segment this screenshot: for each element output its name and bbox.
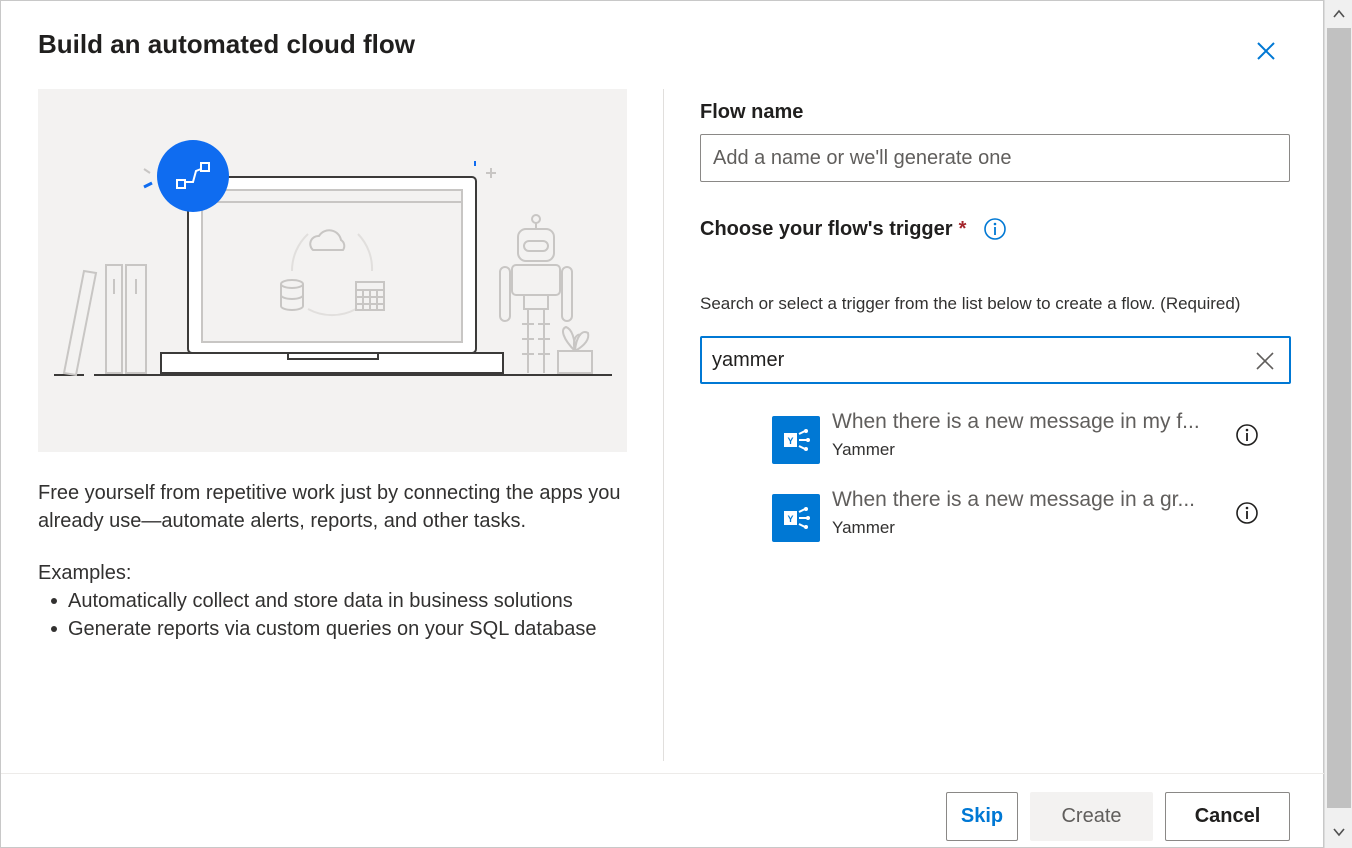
trigger-search-input[interactable] xyxy=(712,338,1242,382)
list-item: Automatically collect and store data in … xyxy=(38,587,596,615)
footer-divider xyxy=(1,773,1325,774)
yammer-icon: Y xyxy=(772,494,820,542)
flow-name-input[interactable] xyxy=(700,134,1290,182)
scrollbar[interactable] xyxy=(1324,0,1352,848)
illustration xyxy=(38,89,627,452)
yammer-icon: Y xyxy=(772,416,820,464)
trigger-connector: Yammer xyxy=(832,518,895,537)
info-icon[interactable] xyxy=(983,217,1007,241)
skip-button[interactable]: Skip xyxy=(946,792,1018,841)
clear-icon[interactable] xyxy=(1252,348,1278,374)
helper-text: Search or select a trigger from the list… xyxy=(700,294,1241,313)
close-button[interactable] xyxy=(1248,33,1284,69)
flow-name-label: Flow name xyxy=(700,101,804,123)
robot-icon xyxy=(499,214,573,373)
examples-list: Automatically collect and store data in … xyxy=(38,587,596,643)
cancel-button[interactable]: Cancel xyxy=(1165,792,1290,841)
laptop-robot-illustration xyxy=(54,140,612,377)
examples-label: Examples: xyxy=(38,562,132,584)
create-button[interactable]: Create xyxy=(1030,792,1153,841)
plant-icon xyxy=(557,325,593,374)
dialog: Build an automated cloud flow Free yours… xyxy=(0,0,1325,848)
trigger-label-text: Choose your flow's trigger xyxy=(700,218,953,240)
flow-badge-icon xyxy=(143,140,229,212)
books-icon xyxy=(62,264,147,377)
required-marker: * xyxy=(958,218,967,240)
svg-text:Y: Y xyxy=(787,514,793,524)
trigger-search-box[interactable] xyxy=(700,336,1291,384)
trigger-title: When there is a new message in a gr... xyxy=(832,488,1196,511)
svg-text:Y: Y xyxy=(787,436,793,446)
description: Free yourself from repetitive work just … xyxy=(38,482,621,532)
laptop-icon xyxy=(160,176,504,374)
trigger-label: Choose your flow's trigger * xyxy=(700,218,966,241)
trigger-connector: Yammer xyxy=(832,440,895,459)
list-item: Generate reports via custom queries on y… xyxy=(38,615,596,643)
chevron-down-icon[interactable] xyxy=(1331,824,1347,840)
info-icon[interactable] xyxy=(1235,501,1259,525)
info-icon[interactable] xyxy=(1235,423,1259,447)
column-divider xyxy=(663,89,664,761)
scroll-thumb[interactable] xyxy=(1327,28,1351,808)
trigger-title: When there is a new message in my f... xyxy=(832,410,1200,433)
close-icon xyxy=(1257,42,1275,60)
trigger-option[interactable]: Y When there is a new message in my f...… xyxy=(771,410,1271,470)
chevron-up-icon[interactable] xyxy=(1331,6,1347,22)
trigger-option[interactable]: Y When there is a new message in a gr...… xyxy=(771,488,1271,548)
dialog-title: Build an automated cloud flow xyxy=(38,29,415,59)
